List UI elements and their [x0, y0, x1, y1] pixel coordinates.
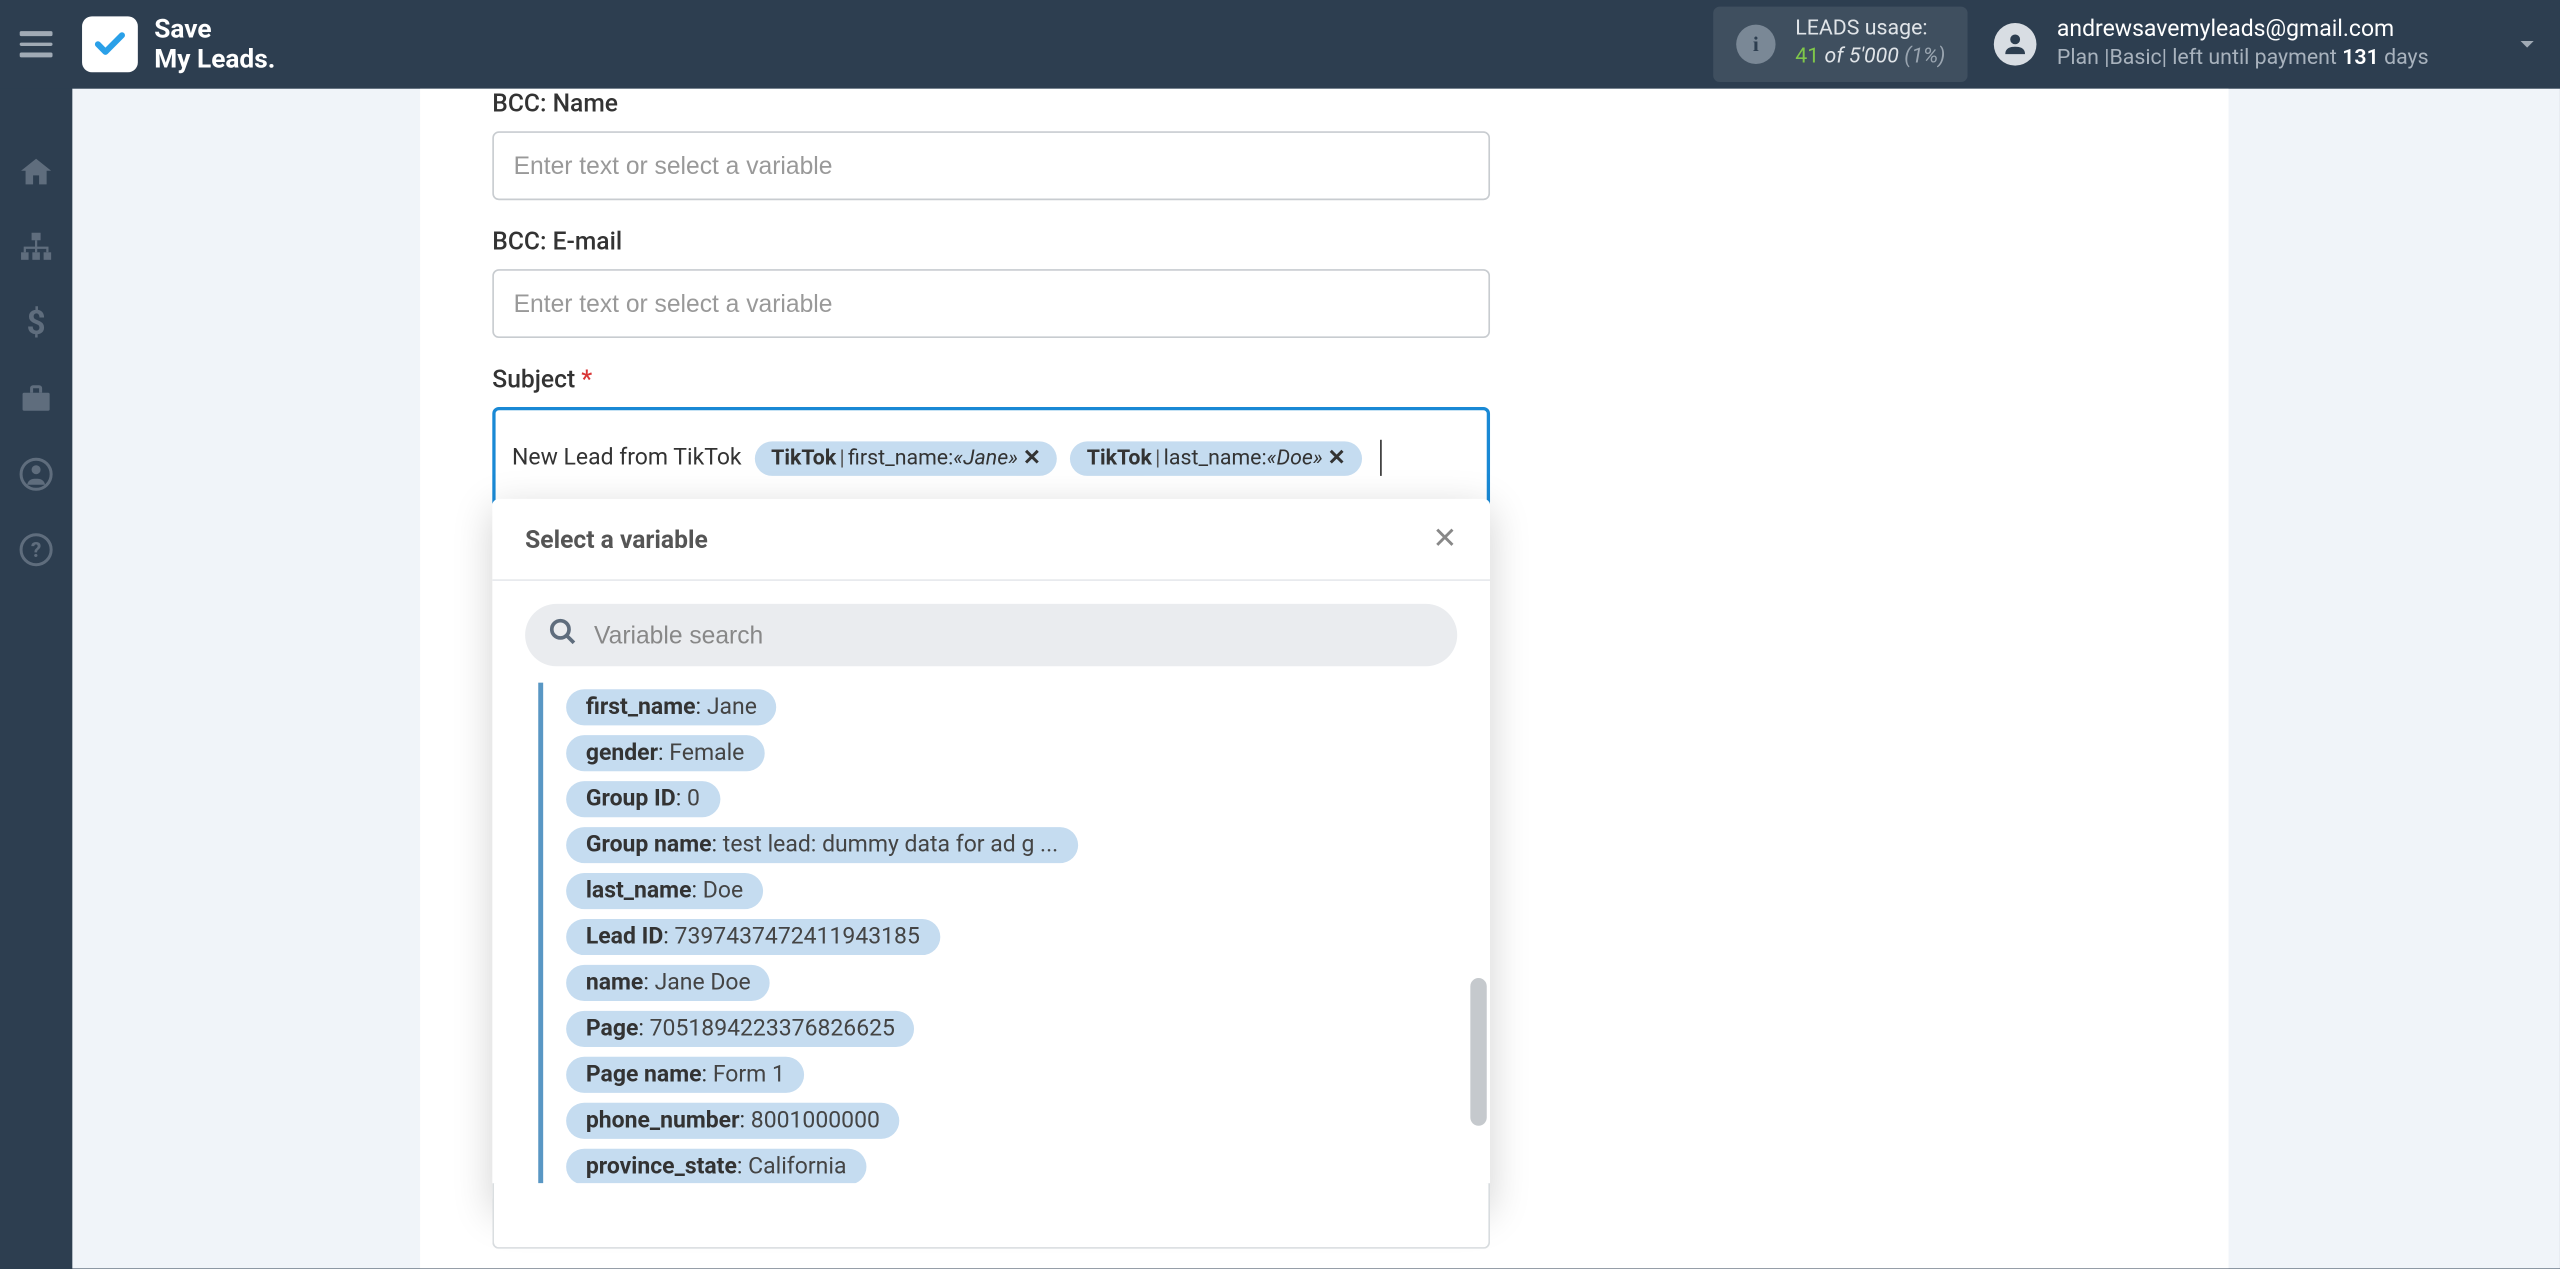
scrollbar-thumb[interactable]	[1470, 978, 1486, 1126]
hamburger-menu-button[interactable]	[20, 25, 59, 64]
user-avatar-icon	[1995, 23, 2038, 66]
subject-chip-lastname[interactable]: TikTok | last_name: «Doe» ✕	[1070, 441, 1362, 475]
sitemap-icon[interactable]	[18, 230, 54, 266]
user-email: andrewsavemyleads@gmail.com	[2057, 16, 2429, 46]
main-content-area: BCC: Name BCC: E-mail Subject * New Lead…	[72, 89, 2560, 1269]
usage-label: LEADS usage:	[1795, 17, 1945, 45]
logo-badge[interactable]	[82, 16, 138, 72]
help-icon[interactable]: ?	[18, 532, 54, 568]
variable-pill[interactable]: Page name: Form 1	[566, 1057, 805, 1093]
usage-of: of	[1825, 44, 1849, 69]
variable-pill[interactable]: province_state: California	[566, 1149, 866, 1185]
variable-search-box[interactable]	[525, 604, 1457, 666]
variable-pill[interactable]: Group name: test lead: dummy data for ad…	[566, 827, 1078, 863]
plan-days: 131	[2342, 45, 2379, 70]
logo-checkmark-icon	[92, 26, 128, 62]
subject-label: Subject *	[492, 364, 1490, 394]
variable-pill[interactable]: phone_number: 8001000000	[566, 1103, 899, 1139]
variable-pill[interactable]: gender: Female	[566, 735, 764, 771]
variable-pill[interactable]: Page: 7051894223376826625	[566, 1011, 915, 1047]
logo-text: Save My Leads.	[154, 14, 275, 74]
sidebar-nav: $ ?	[0, 89, 72, 1269]
account-icon[interactable]	[18, 456, 54, 492]
dropdown-title: Select a variable	[525, 524, 708, 554]
variable-pill[interactable]: last_name: Doe	[566, 873, 763, 909]
bcc-email-input[interactable]	[492, 269, 1490, 338]
usage-current: 41	[1795, 44, 1819, 69]
variable-pill[interactable]: name: Jane Doe	[566, 965, 770, 1001]
usage-indicator: i LEADS usage: 41 of 5'000 (1%)	[1713, 7, 1968, 82]
close-icon[interactable]: ✕	[1432, 522, 1457, 556]
variable-pill[interactable]: Group ID: 0	[566, 781, 719, 817]
content-panel: BCC: Name BCC: E-mail Subject * New Lead…	[420, 89, 2228, 1269]
subject-chip-firstname[interactable]: TikTok | first_name: «Jane» ✕	[755, 441, 1058, 475]
variable-pill[interactable]: Lead ID: 7397437472411943185	[566, 919, 939, 955]
hamburger-line-icon	[20, 32, 53, 36]
svg-text:$: $	[27, 305, 46, 341]
dollar-icon[interactable]: $	[18, 305, 54, 341]
variable-list[interactable]: — first_name: Jane gender: Female Group …	[538, 683, 1457, 1185]
subject-input[interactable]: New Lead from TikTok TikTok | first_name…	[492, 407, 1490, 509]
chip-remove-icon[interactable]: ✕	[1328, 446, 1346, 471]
variable-search-input[interactable]	[594, 621, 1434, 649]
bcc-name-label: BCC: Name	[492, 89, 1490, 119]
hamburger-line-icon	[20, 53, 53, 57]
home-icon[interactable]	[18, 154, 54, 190]
variable-dropdown: Select a variable ✕	[492, 499, 1490, 1205]
svg-text:?: ?	[31, 538, 41, 563]
plan-mid: | left until payment	[2162, 45, 2342, 70]
info-icon: i	[1736, 25, 1775, 64]
text-cursor	[1380, 440, 1382, 476]
user-menu[interactable]: andrewsavemyleads@gmail.com Plan |Basic|…	[1995, 16, 2541, 74]
briefcase-icon[interactable]	[18, 381, 54, 417]
search-icon	[548, 617, 578, 647]
usage-total: 5'000	[1849, 44, 1899, 69]
plan-prefix: Plan |	[2057, 45, 2110, 70]
bcc-name-input[interactable]	[492, 131, 1490, 200]
plan-name: Basic	[2109, 45, 2161, 70]
subject-text-value: New Lead from TikTok	[512, 445, 742, 471]
panel-bottom-edge	[492, 1183, 1490, 1249]
variable-pill[interactable]: first_name: Jane	[566, 689, 776, 725]
bcc-email-label: BCC: E-mail	[492, 226, 1490, 256]
usage-percent: (1%)	[1904, 44, 1945, 69]
chip-remove-icon[interactable]: ✕	[1023, 446, 1041, 471]
plan-days-suffix: days	[2379, 45, 2429, 70]
hamburger-line-icon	[20, 42, 53, 46]
app-header: Save My Leads. i LEADS usage: 41 of 5'00…	[0, 0, 2560, 89]
chevron-down-icon	[2514, 31, 2540, 57]
